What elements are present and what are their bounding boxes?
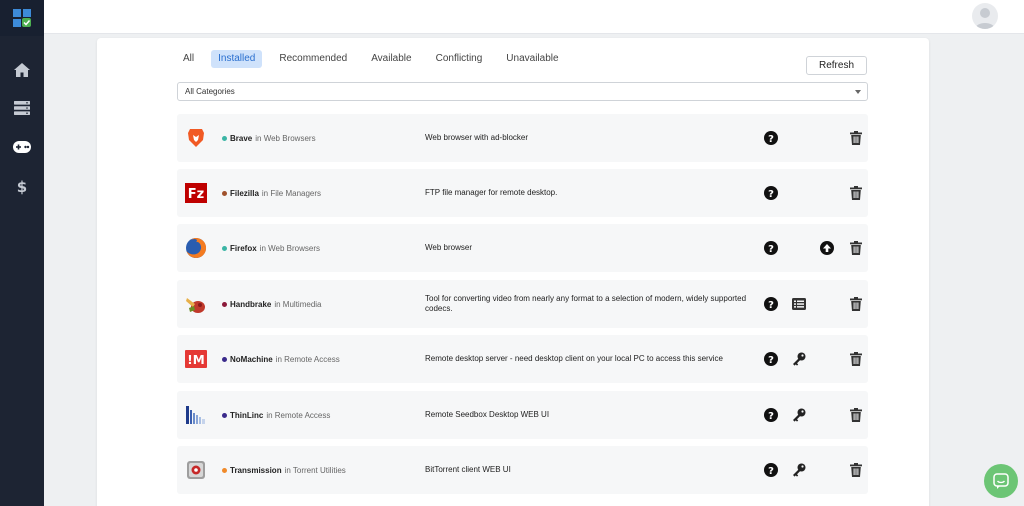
status-dot: [222, 301, 227, 307]
upgrade-icon[interactable]: [820, 241, 834, 255]
help-icon[interactable]: [764, 241, 778, 255]
category-select-value: All Categories: [185, 87, 235, 96]
status-dot: [222, 190, 227, 196]
app-category: in Torrent Utilities: [284, 465, 346, 475]
user-avatar-icon[interactable]: [972, 3, 998, 29]
trash-icon[interactable]: [849, 297, 863, 311]
firefox-logo: [185, 237, 207, 259]
app-category: in Web Browsers: [259, 243, 320, 253]
app-title: ThinLinc in Remote Access: [222, 391, 330, 439]
app-row: Fz Filezilla in File Managers FTP file m…: [177, 169, 868, 217]
app-row: Handbrake in Multimedia Tool for convert…: [177, 280, 868, 328]
key-icon[interactable]: [792, 408, 806, 422]
status-dot: [222, 135, 227, 141]
app-description: Remote desktop server - need desktop cli…: [425, 354, 723, 363]
app-title: Handbrake in Multimedia: [222, 280, 322, 328]
app-name: ThinLinc: [230, 410, 264, 420]
tab-all[interactable]: All: [176, 50, 201, 68]
tab-conflicting[interactable]: Conflicting: [429, 50, 490, 68]
app-title: Firefox in Web Browsers: [222, 224, 320, 272]
nomachine-logo: !M: [185, 348, 207, 370]
app-title: Brave in Web Browsers: [222, 114, 316, 162]
svg-text:!M: !M: [187, 353, 204, 367]
app-description: Web browser with ad-blocker: [425, 133, 529, 142]
handbrake-logo: [185, 293, 207, 315]
svg-text:$: $: [17, 179, 27, 195]
category-select[interactable]: All Categories: [177, 82, 868, 101]
app-row: Firefox in Web Browsers Web browser: [177, 224, 868, 272]
caret-down-icon: [855, 90, 861, 94]
app-description: BitTorrent client WEB UI: [425, 465, 511, 474]
help-icon[interactable]: [764, 186, 778, 200]
app-category: in Web Browsers: [255, 133, 316, 143]
chat-icon[interactable]: [984, 464, 1018, 498]
top-bar: [44, 0, 1024, 34]
app-row: Transmission in Torrent Utilities BitTor…: [177, 446, 868, 494]
server-icon[interactable]: [0, 96, 44, 120]
trash-icon[interactable]: [849, 131, 863, 145]
app-title: Filezilla in File Managers: [222, 169, 321, 217]
app-row: !M NoMachine in Remote Access Remote des…: [177, 335, 868, 383]
help-icon[interactable]: [764, 463, 778, 477]
app-name: Brave: [230, 133, 253, 143]
dollar-icon[interactable]: $: [0, 175, 44, 199]
status-dot: [222, 356, 227, 362]
brave-logo: [185, 127, 207, 149]
trash-icon[interactable]: [849, 352, 863, 366]
app-row: Brave in Web Browsers Web browser with a…: [177, 114, 868, 162]
filezilla-logo: Fz: [185, 182, 207, 204]
status-dot: [222, 245, 227, 251]
transmission-logo: [185, 459, 207, 481]
tab-installed[interactable]: Installed: [211, 50, 263, 68]
filter-tabs: All Installed Recommended Available Conf…: [176, 50, 576, 68]
help-icon[interactable]: [764, 297, 778, 311]
app-category: in Multimedia: [274, 299, 322, 309]
app-category: in Remote Access: [266, 410, 331, 420]
app-category: in File Managers: [261, 188, 322, 198]
trash-icon[interactable]: [849, 408, 863, 422]
key-icon[interactable]: [792, 463, 806, 477]
thinlinc-logo: [185, 404, 207, 426]
svg-text:Fz: Fz: [188, 187, 204, 202]
sidebar: $: [0, 0, 44, 506]
tab-available[interactable]: Available: [364, 50, 418, 68]
app-description: Web browser: [425, 243, 472, 252]
app-grid-logo[interactable]: [0, 0, 44, 36]
details-list-icon[interactable]: [792, 297, 806, 311]
app-name: Filezilla: [230, 188, 259, 198]
app-description: Remote Seedbox Desktop WEB UI: [425, 410, 550, 419]
gamepad-icon[interactable]: [0, 135, 44, 159]
app-description: FTP file manager for remote desktop.: [425, 188, 558, 197]
tab-unavailable[interactable]: Unavailable: [499, 50, 565, 68]
app-title: Transmission in Torrent Utilities: [222, 446, 346, 494]
app-name: NoMachine: [230, 354, 273, 364]
app-name: Transmission: [230, 465, 282, 475]
tab-recommended[interactable]: Recommended: [272, 50, 354, 68]
app-name: Handbrake: [230, 299, 272, 309]
app-name: Firefox: [230, 243, 257, 253]
app-row: ThinLinc in Remote Access Remote Seedbox…: [177, 391, 868, 439]
trash-icon[interactable]: [849, 186, 863, 200]
key-icon[interactable]: [792, 352, 806, 366]
trash-icon[interactable]: [849, 463, 863, 477]
app-description: Tool for converting video from nearly an…: [425, 294, 747, 313]
trash-icon[interactable]: [849, 241, 863, 255]
status-dot: [222, 412, 227, 418]
help-icon[interactable]: [764, 408, 778, 422]
help-icon[interactable]: [764, 131, 778, 145]
status-dot: [222, 467, 227, 473]
help-icon[interactable]: [764, 352, 778, 366]
app-title: NoMachine in Remote Access: [222, 335, 340, 383]
refresh-button[interactable]: Refresh: [806, 56, 867, 75]
home-icon[interactable]: [0, 58, 44, 82]
app-category: in Remote Access: [275, 354, 340, 364]
